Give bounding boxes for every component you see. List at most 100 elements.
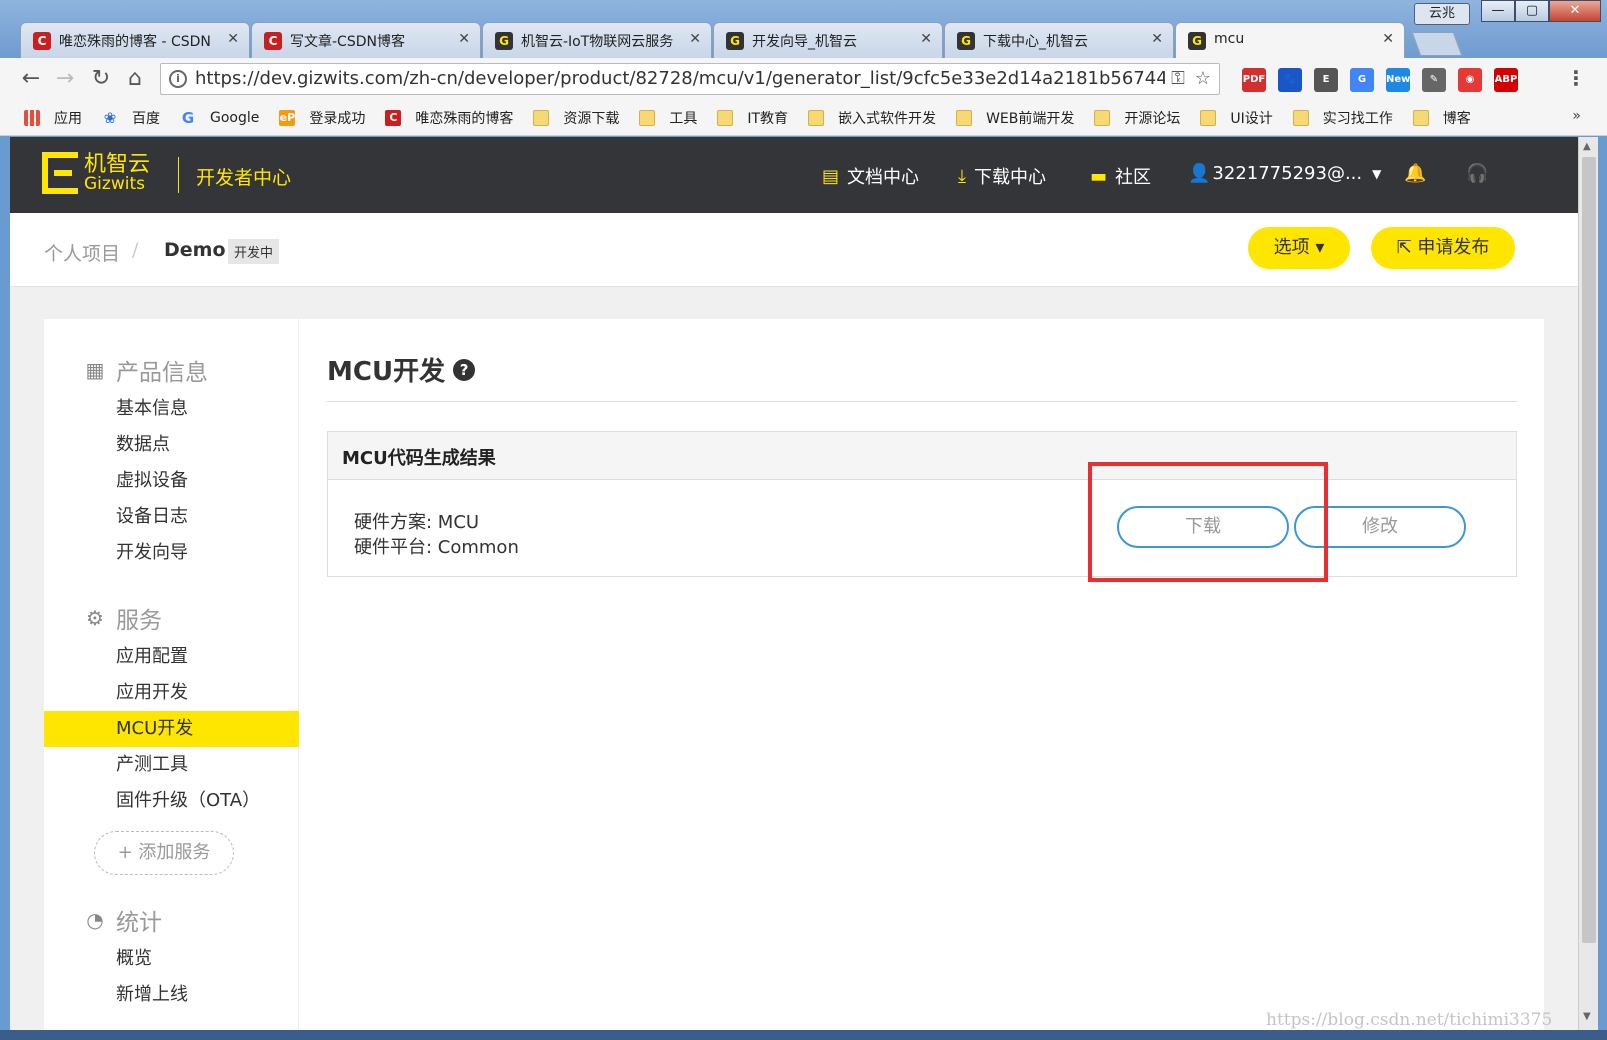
tab-gizwits-guide[interactable]: G 开发向导_机智云 ✕: [713, 22, 943, 58]
home-icon[interactable]: ⌂: [122, 66, 148, 92]
address-bar[interactable]: i https://dev.gizwits.com/zh-cn/develope…: [160, 63, 1220, 95]
pdf-extension-icon[interactable]: PDF: [1242, 68, 1266, 92]
back-arrow-icon[interactable]: ←: [18, 66, 44, 92]
translate-extension-icon[interactable]: G: [1350, 68, 1374, 92]
tab-csdn-blog[interactable]: C 唯恋殊雨的博客 - CSDN ✕: [20, 22, 250, 58]
maximize-button[interactable]: ▢: [1515, 0, 1549, 22]
sidebar-item-device-log[interactable]: 设备日志: [44, 499, 299, 535]
nav-community[interactable]: ▬ 社区: [1090, 163, 1151, 189]
tab-title: 开发向导_机智云: [752, 34, 857, 50]
paw-extension-icon[interactable]: 🐾: [1278, 68, 1302, 92]
sidebar-item-mcu-dev[interactable]: MCU开发: [44, 711, 299, 747]
nav-community-label: 社区: [1115, 167, 1152, 188]
bookmark-item[interactable]: 工具: [639, 108, 697, 128]
user-menu[interactable]: 👤 3221775293@... ▼: [1188, 163, 1381, 184]
tab-gizwits-download[interactable]: G 下载中心_机智云 ✕: [944, 22, 1174, 58]
page-scrollbar[interactable]: ▲ ▼: [1578, 137, 1598, 1030]
sidebar-item-production-test[interactable]: 产测工具: [44, 747, 299, 783]
bookmark-item[interactable]: 嵌入式软件开发: [808, 108, 936, 128]
gizwits-favicon-icon: G: [957, 32, 975, 50]
sidebar-item-dev-guide[interactable]: 开发向导: [44, 535, 299, 571]
sidebar-item-app-config[interactable]: 应用配置: [44, 639, 299, 675]
folder-icon: [1200, 109, 1217, 126]
new-extension-icon[interactable]: New: [1386, 68, 1410, 92]
bookmark-item[interactable]: 实习找工作: [1292, 108, 1393, 128]
options-dropdown-button[interactable]: 选项 ▾: [1248, 227, 1350, 269]
close-window-button[interactable]: ✕: [1549, 0, 1601, 22]
scroll-down-icon[interactable]: ▼: [1583, 1011, 1591, 1022]
screenshot-extension-icon[interactable]: ◉: [1458, 68, 1482, 92]
breadcrumb-personal-projects[interactable]: 个人项目: [44, 239, 120, 266]
evernote-extension-icon[interactable]: E: [1314, 68, 1338, 92]
key-icon[interactable]: ⚿: [1171, 68, 1185, 89]
watermark: https://blog.csdn.net/tichimi3375: [1266, 1010, 1553, 1030]
bell-icon[interactable]: 🔔: [1404, 163, 1434, 184]
sidebar-item-new-online[interactable]: 新增上线: [44, 977, 299, 1013]
bookmark-item[interactable]: 开源论坛: [1094, 108, 1180, 128]
bookmark-item[interactable]: C 唯恋殊雨的博客: [385, 108, 513, 128]
sidebar-item-virtual-device[interactable]: 虚拟设备: [44, 463, 299, 499]
folder-icon: [1412, 109, 1429, 126]
tab-close-icon[interactable]: ✕: [689, 31, 701, 47]
support-headset-icon[interactable]: 🎧: [1466, 163, 1496, 184]
sidebar-item-overview[interactable]: 概览: [44, 941, 299, 977]
tab-mcu[interactable]: G mcu ✕: [1175, 22, 1405, 58]
add-service-button[interactable]: + 添加服务: [94, 831, 234, 875]
bookmark-item[interactable]: IT教育: [717, 108, 788, 128]
gizwits-logo[interactable]: 机智云 Gizwits: [42, 152, 150, 194]
tab-gizwits-iot[interactable]: G 机智云-IoT物联网云服务 ✕: [482, 22, 712, 58]
help-icon[interactable]: ?: [453, 358, 476, 381]
grid-icon: ▦: [85, 358, 105, 382]
tab-csdn-write[interactable]: C 写文章-CSDN博客 ✕: [251, 22, 481, 58]
minimize-button[interactable]: —: [1481, 0, 1515, 22]
forward-arrow-icon[interactable]: →: [52, 66, 78, 92]
page-viewport: 机智云 Gizwits 开发者中心 ▤ 文档中心 ⤓ 下载中心 ▬ 社区 👤 3…: [10, 137, 1578, 1030]
sidebar-item-data-points[interactable]: 数据点: [44, 427, 299, 463]
tab-title: 写文章-CSDN博客: [290, 34, 405, 50]
tab-close-icon[interactable]: ✕: [920, 31, 932, 47]
scroll-thumb[interactable]: [1582, 157, 1596, 943]
download-icon: ⤓: [958, 165, 966, 187]
folder-icon: [717, 109, 734, 126]
bookmark-item[interactable]: G Google: [180, 110, 260, 126]
sidebar-group-label: 服务: [116, 608, 162, 634]
browser-menu-icon[interactable]: ⋮: [1566, 66, 1586, 90]
bookmark-item[interactable]: ❀ 百度: [102, 108, 160, 128]
tab-close-icon[interactable]: ✕: [458, 31, 470, 47]
bell-icon-glyph: 🔔: [1404, 163, 1427, 184]
publish-request-button[interactable]: ⇱ 申请发布: [1371, 227, 1515, 269]
bookmark-item[interactable]: WEB前端开发: [956, 108, 1074, 128]
eyedropper-extension-icon[interactable]: ✎: [1422, 68, 1446, 92]
adblock-extension-icon[interactable]: ABP: [1494, 68, 1518, 92]
apps-icon: [24, 109, 40, 126]
sidebar-item-app-dev[interactable]: 应用开发: [44, 675, 299, 711]
bookmark-star-icon[interactable]: ☆: [1195, 68, 1211, 89]
user-name: 3221775293@...: [1212, 163, 1363, 184]
bookmark-label: 博客: [1442, 110, 1471, 127]
bookmark-label: WEB前端开发: [986, 110, 1075, 127]
sidebar-item-basic-info[interactable]: 基本信息: [44, 391, 299, 427]
sidebar-item-ota[interactable]: 固件升级（OTA）: [44, 783, 299, 819]
hardware-scheme: 硬件方案: MCU: [354, 512, 480, 533]
tab-title: 机智云-IoT物联网云服务: [521, 34, 674, 50]
tab-close-icon[interactable]: ✕: [227, 31, 239, 47]
bookmark-item[interactable]: 博客: [1412, 108, 1471, 128]
nav-docs[interactable]: ▤ 文档中心: [822, 163, 919, 189]
tab-close-icon[interactable]: ✕: [1151, 31, 1163, 47]
developer-center-link[interactable]: 开发者中心: [196, 163, 291, 190]
bookmark-item[interactable]: UI设计: [1200, 108, 1273, 128]
bookmark-item[interactable]: eP 登录成功: [279, 108, 365, 128]
new-tab-button[interactable]: [1411, 32, 1463, 56]
gizwits-favicon-icon: G: [726, 32, 744, 50]
nav-downloads-label: 下载中心: [973, 167, 1046, 188]
scroll-up-icon[interactable]: ▲: [1583, 141, 1591, 152]
bookmark-item[interactable]: 资源下载: [533, 108, 619, 128]
bookmarks-overflow-icon[interactable]: »: [1572, 108, 1581, 124]
bookmark-item[interactable]: 应用: [24, 108, 82, 128]
reload-icon[interactable]: ↻: [88, 66, 114, 92]
tab-close-icon[interactable]: ✕: [1382, 31, 1394, 47]
ep-icon: eP: [279, 109, 296, 126]
page-title: MCU开发 ?: [327, 351, 476, 388]
nav-downloads[interactable]: ⤓ 下载中心: [958, 163, 1046, 189]
site-info-icon[interactable]: i: [169, 70, 187, 88]
